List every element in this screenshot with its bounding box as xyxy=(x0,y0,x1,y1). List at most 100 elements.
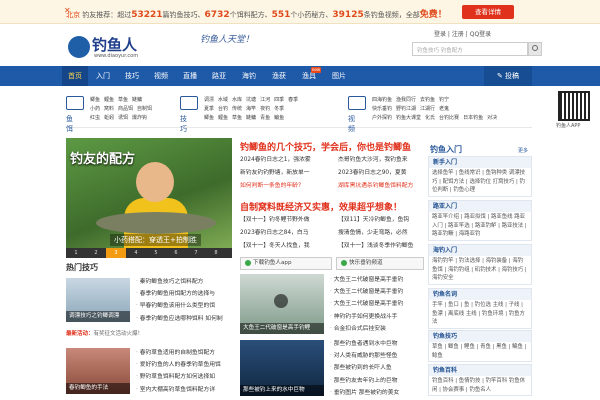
category-link[interactable]: 野钓江湖 xyxy=(396,105,416,114)
category-link[interactable]: 蚯蚓 xyxy=(104,114,114,123)
nav-video[interactable]: 视频 xyxy=(148,66,174,86)
list-item[interactable]: 大鱼王二代破窗是高手垂钓 xyxy=(330,286,404,298)
list-item[interactable]: 秦钓鲫鱼技巧之饵料配方 xyxy=(136,276,223,288)
category-link[interactable]: 四海钓鱼 xyxy=(372,96,392,105)
register-link[interactable]: 注册 xyxy=(452,31,464,38)
slider-page[interactable]: 5 xyxy=(146,248,166,258)
category-link[interactable]: 台钓 xyxy=(218,105,228,114)
slider-page[interactable]: 4 xyxy=(126,248,146,258)
article-link[interactable]: 2023春钓日志之90，夏黄 xyxy=(338,170,407,176)
category-link[interactable]: 对决 xyxy=(487,114,497,123)
category-link[interactable]: 调漂 xyxy=(204,96,214,105)
latest-activity[interactable]: 最新活动：有奖征文活动火爆！ xyxy=(66,329,143,337)
list-item[interactable]: 那些钓友去年钓上的巨物 xyxy=(330,375,399,387)
category-link[interactable]: 诱饵 xyxy=(118,114,128,123)
category-link[interactable]: 钓宁 xyxy=(439,96,449,105)
category-link[interactable]: 坑塘 xyxy=(246,96,256,105)
nav-live[interactable]: 直播 xyxy=(177,66,203,86)
category-link[interactable]: 冬季 xyxy=(274,105,284,114)
category-link[interactable]: 户外探钓 xyxy=(372,114,392,123)
category-link[interactable]: 草鱼 xyxy=(118,96,128,105)
category-link[interactable]: 江河 xyxy=(260,96,270,105)
category-link[interactable]: 传统 xyxy=(232,105,242,114)
category-link[interactable]: 快乐垂钓 xyxy=(372,105,392,114)
slider-page[interactable]: 8 xyxy=(206,248,226,258)
category-link[interactable]: 夜钓 xyxy=(260,105,270,114)
list-item[interactable]: 春季钓鲫鱼应选哪种饵料 如何制 xyxy=(136,313,223,325)
category-link[interactable]: 化氏 xyxy=(425,114,435,123)
slider-page[interactable]: 2 xyxy=(86,248,106,258)
category-link[interactable]: 爆炸钩 xyxy=(132,114,147,123)
category-link[interactable]: 青鱼 xyxy=(260,114,270,123)
nav-catch[interactable]: 渔获 xyxy=(266,66,292,86)
category-link[interactable]: 红虫 xyxy=(90,114,100,123)
photo-thumb[interactable]: 那些被钓上来的水中巨物 xyxy=(240,340,324,396)
list-item[interactable]: 早春钓鲫鱼该用什么类型的饵 xyxy=(136,300,223,312)
sidebar-more-link[interactable]: 更多 xyxy=(518,147,528,154)
category-link[interactable]: 夏季 xyxy=(204,105,214,114)
article-link[interactable]: 搜清鱼情，少走弯路，必然 xyxy=(338,230,408,236)
article-link[interactable]: 如何判断一条鱼的年龄？ xyxy=(240,180,338,193)
article-link[interactable]: 新钓友钓钓野塘，新放单一 xyxy=(240,167,338,180)
article-link[interactable]: 2024春钓日志之1，强浓雾 xyxy=(240,154,338,167)
slider-page[interactable]: 1 xyxy=(66,248,86,258)
slider-page[interactable]: 6 xyxy=(166,248,186,258)
category-link[interactable]: 窝料 xyxy=(104,105,114,114)
headline-2[interactable]: 自制窝料既经济又实惠，效果超乎想象！ xyxy=(240,200,402,213)
article-link[interactable]: 【双十一】浅谈冬季作钓鲫鱼 xyxy=(338,243,413,249)
login-link[interactable]: 登录 xyxy=(434,31,446,38)
category-link[interactable]: 老鬼 xyxy=(439,105,449,114)
list-item[interactable]: 那些钓鱼者遇到水中巨物 xyxy=(330,338,399,350)
hot-thumb-1[interactable]: 调漂技巧之钓鲫调漂 xyxy=(66,278,130,322)
category-link[interactable]: 草鱼 xyxy=(232,114,242,123)
article-link[interactable]: 【双十一】冬天人找鱼，我 xyxy=(240,240,338,253)
list-item[interactable]: 对人类有威胁的那些怪鱼 xyxy=(330,350,399,362)
list-item[interactable]: 神钓钓手如何更换战斗手 xyxy=(330,311,403,323)
category-link[interactable]: 渔我同行 xyxy=(396,96,416,105)
category-link[interactable]: 鲢鳙 xyxy=(246,114,256,123)
category-link[interactable]: 钓鱼大课堂 xyxy=(396,114,421,123)
list-item[interactable]: 合金扣合式后挂安装 xyxy=(330,323,403,335)
box-title[interactable]: 钓鱼技巧 xyxy=(429,331,531,342)
category-link[interactable]: 江湖行 xyxy=(420,105,435,114)
list-item[interactable]: 室内大棚高钓草鱼饵料配方详 xyxy=(136,384,221,396)
nav-sea[interactable]: 海钓 xyxy=(236,66,262,86)
featured-slider[interactable]: 钓友的配方 小药搭配：穿透王+拍制胜 xyxy=(66,138,232,258)
box-title[interactable]: 钓鱼百科 xyxy=(429,365,531,376)
category-link[interactable]: 小药 xyxy=(90,105,100,114)
box-title[interactable]: 钓鱼名词 xyxy=(429,289,531,300)
list-item[interactable]: 春钓草鱼适用的自制鱼饵配方 xyxy=(136,347,221,359)
article-link[interactable]: 【双十一】钓冬鲤节野外做 xyxy=(240,214,338,227)
box-links[interactable]: 钓鱼百科 | 鱼情钓技 | 钓竿百科 钓鱼休闲 | 协会赛事 | 钓鱼名人 xyxy=(429,376,531,395)
category-link[interactable]: 水库 xyxy=(232,96,242,105)
nav-beginner[interactable]: 入门 xyxy=(90,66,116,86)
list-item[interactable]: 那些被钓到的长吓人鱼 xyxy=(330,362,399,374)
search-input[interactable]: 钓鱼技巧 钓鱼配方 xyxy=(412,42,528,56)
box-links[interactable]: 海钓钓竿 | 钓法选择 | 海钓装备 | 海钓鱼饵 | 海钓钓组 | 矶钓技术 … xyxy=(429,256,531,284)
category-link[interactable]: 海竿 xyxy=(246,105,256,114)
download-app-button[interactable]: 下载钓鱼人app xyxy=(240,257,332,270)
category-link[interactable]: 自制饵 xyxy=(137,105,152,114)
category-link[interactable]: 去钓鱼 xyxy=(420,96,435,105)
category-link[interactable]: 商品饵 xyxy=(118,105,133,114)
happy-fishing-button[interactable]: 快乐垂钓频道 xyxy=(336,257,424,270)
category-link[interactable]: 日本钓鱼 xyxy=(463,114,483,123)
category-link[interactable]: 春季 xyxy=(288,96,298,105)
list-item[interactable]: 春季钓鲫鱼用饵配方的选择与 xyxy=(136,288,223,300)
category-link[interactable]: 鲫鱼 xyxy=(204,114,214,123)
slider-page[interactable]: 7 xyxy=(186,248,206,258)
category-link[interactable]: 鲢鳙 xyxy=(132,96,142,105)
list-item[interactable]: 垂钓图片 那些被钓的美女 xyxy=(330,387,400,399)
nav-images[interactable]: 图片 xyxy=(326,66,352,86)
view-details-button[interactable]: 查看详情 xyxy=(462,5,514,19)
category-link[interactable]: 台钓比赛 xyxy=(439,114,459,123)
box-title[interactable]: 海钓入门 xyxy=(429,245,531,256)
search-button[interactable] xyxy=(528,42,542,56)
list-item[interactable]: 爱好钓鱼的人的春季钓草鱼用饵 xyxy=(136,359,221,371)
nav-home[interactable]: 首页 xyxy=(62,66,88,86)
box-links[interactable]: 路亚竿介绍 | 路亚拟饵 | 路亚鱼线 路亚入门 | 路亚竿选 | 路亚钓鲈 |… xyxy=(429,212,531,240)
site-logo[interactable]: 钓鱼人 www.diaoyur.com xyxy=(68,34,178,62)
qq-login-link[interactable]: QQ登录 xyxy=(470,31,491,38)
submit-post-button[interactable]: ✎ 投稿 xyxy=(484,66,532,86)
box-links[interactable]: 选择鱼竿 | 鱼线常识 | 鱼钩种类 调漂技巧 | 配饵方法 | 选择钓位 打窝… xyxy=(429,168,531,196)
